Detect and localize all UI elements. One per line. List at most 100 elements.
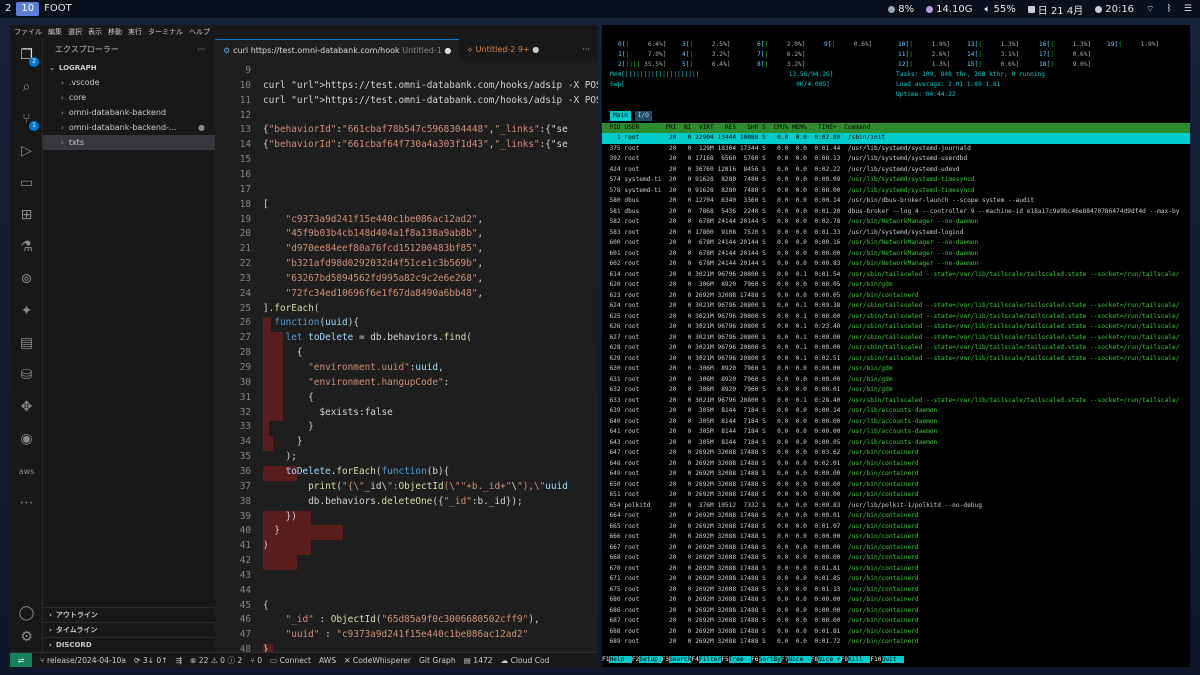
process-row[interactable]: 651 root 20 0 2692M 32088 17488 S 0.0 0.… — [602, 490, 1190, 501]
process-row[interactable]: 671 root 20 0 2692M 32088 17488 S 0.0 0.… — [602, 574, 1190, 585]
git-graph-button[interactable]: Git Graph — [419, 656, 456, 665]
process-header[interactable]: PID USER PRI NI VIRT RES SHR S CPU% MEM%… — [602, 123, 1190, 133]
process-row[interactable]: 666 root 20 0 2692M 32088 17488 S 0.0 0.… — [602, 532, 1190, 543]
code-editor[interactable]: 9 10 curl "url">https://test.omni-databank… — [215, 61, 598, 652]
process-row[interactable]: 578 systemd-ti 20 0 91628 8280 7480 S 0.… — [602, 186, 1190, 197]
process-row[interactable]: 668 root 20 0 2692M 32088 17488 S 0.0 0.… — [602, 553, 1190, 564]
discord-section[interactable]: › DISCORD — [43, 637, 215, 652]
process-row[interactable]: 574 systemd-ti 20 0 91628 8280 7480 S 0.… — [602, 175, 1190, 186]
process-row[interactable]: 602 root 20 0 678M 24144 20144 S 0.0 0.0… — [602, 259, 1190, 270]
remote-icon[interactable]: ⇌ — [10, 652, 32, 667]
git-graph-icon[interactable]: ⊚ — [18, 271, 35, 288]
process-row[interactable]: 625 root 20 0 3021M 96796 20800 S 0.0 0.… — [602, 312, 1190, 323]
process-row[interactable]: 628 root 20 0 3021M 96796 20800 S 0.0 0.… — [602, 343, 1190, 354]
fkey-f5[interactable]: F5 — [721, 656, 729, 663]
process-row[interactable]: 629 root 20 0 3021M 96796 20800 S 0.0 0.… — [602, 354, 1190, 365]
fkey-f4[interactable]: F4 — [691, 656, 699, 663]
fkey-label[interactable]: Filter — [698, 656, 722, 663]
process-row[interactable]: 424 root 20 0 36760 12816 8456 S 0.0 0.0… — [602, 165, 1190, 176]
fkey-f10[interactable]: F10 — [870, 656, 882, 663]
menu-view[interactable]: 表示 — [88, 27, 102, 37]
branch-status[interactable]: ⑂ release/2024-04-10a — [40, 656, 126, 665]
testing-icon[interactable]: ⚗ — [18, 239, 35, 256]
menu-edit[interactable]: 編集 — [48, 27, 62, 37]
process-row[interactable]: 664 root 20 0 2692M 32088 17488 S 0.0 0.… — [602, 511, 1190, 522]
copilot-icon[interactable]: ✦ — [18, 303, 35, 320]
tree-item-txts[interactable]: › txts — [43, 135, 215, 150]
process-row[interactable]: 670 root 20 0 2692M 32088 17488 S 0.0 0.… — [602, 564, 1190, 575]
outline-section[interactable]: › アウトライン — [43, 607, 215, 622]
menu-selection[interactable]: 選択 — [68, 27, 82, 37]
problems-status[interactable]: ⊗ 22 ⚠ 0 ⓘ 2 — [190, 655, 242, 666]
ports-icon[interactable]: ⇶ — [176, 656, 182, 665]
extensions-icon[interactable]: ⊞ — [18, 207, 35, 224]
process-row[interactable]: 600 root 20 0 678M 24144 20144 S 0.0 0.0… — [602, 238, 1190, 249]
sync-status[interactable]: ⟳ 3↓ 0↑ — [134, 656, 168, 665]
menu-terminal[interactable]: ターミナル — [148, 27, 183, 37]
process-row[interactable]: 582 root 20 0 678M 24144 20144 S 0.0 0.0… — [602, 217, 1190, 228]
connect-button[interactable]: ▭ Connect — [270, 656, 311, 665]
tab-main[interactable]: Main — [610, 111, 631, 121]
fkey-label[interactable]: Tree — [728, 656, 752, 663]
network-icon[interactable]: ⌔ — [1146, 4, 1154, 15]
process-row[interactable]: 648 root 20 0 2692M 32088 17488 S 0.0 0.… — [602, 459, 1190, 470]
menu-help[interactable]: ヘルプ — [189, 27, 210, 37]
process-row[interactable]: 614 root 20 0 3021M 96796 20800 S 0.0 0.… — [602, 270, 1190, 281]
process-row[interactable]: 639 root 20 0 305M 8144 7184 S 0.0 0.0 0… — [602, 406, 1190, 417]
process-row[interactable]: 649 root 20 0 2692M 32088 17488 S 0.0 0.… — [602, 469, 1190, 480]
fkey-f3[interactable]: F3 — [661, 656, 670, 663]
workspace-10[interactable]: 10 — [16, 2, 40, 16]
process-row[interactable]: 630 root 20 0 306M 8920 7960 S 0.0 0.0 0… — [602, 364, 1190, 375]
aws-button[interactable]: AWS — [319, 656, 336, 665]
tree-item-backend[interactable]: › omni-databank-backend — [43, 105, 215, 120]
tree-item-backend-2[interactable]: › omni-databank-backend-... ● — [43, 120, 215, 135]
fkey-label[interactable]: Nice + — [818, 656, 841, 663]
fkey-label[interactable]: Setup — [639, 656, 662, 663]
menu-run[interactable]: 実行 — [128, 27, 142, 37]
tray-menu-icon[interactable]: ☰ — [1184, 4, 1192, 14]
run-debug-icon[interactable]: ▷ — [18, 143, 35, 160]
tab-untitled-2[interactable]: ⟡ Untitled-2 9+ ● — [459, 39, 547, 61]
account-icon[interactable]: ◯ — [18, 605, 35, 622]
fkey-label[interactable]: SortBy — [758, 656, 781, 663]
process-row[interactable]: 647 root 20 0 2692M 32088 17488 S 0.0 0.… — [602, 448, 1190, 459]
workspace-foot[interactable]: FOOT — [39, 2, 77, 16]
ports-status[interactable]: ⑂ 0 — [250, 656, 262, 665]
codewhisperer-button[interactable]: ✕ CodeWhisperer — [344, 656, 411, 665]
remote-explorer-icon[interactable]: ▭ — [18, 175, 35, 192]
fkey-f6[interactable]: F6 — [751, 656, 759, 663]
process-row[interactable]: 580 dbus 20 0 12704 6340 3360 S 0.0 0.0 … — [602, 196, 1190, 207]
timeline-section[interactable]: › タイムライン — [43, 622, 215, 637]
fkey-label[interactable]: Search — [669, 656, 692, 663]
process-row[interactable]: 627 root 20 0 3021M 96796 20800 S 0.0 0.… — [602, 333, 1190, 344]
menu-file[interactable]: ファイル — [14, 27, 42, 37]
process-row[interactable]: 632 root 20 0 306M 8920 7960 S 0.0 0.0 0… — [602, 385, 1190, 396]
process-row[interactable]: 680 root 20 0 2692M 32088 17488 S 0.0 0.… — [602, 595, 1190, 606]
process-row[interactable]: 392 root 20 0 17168 6560 5760 S 0.0 0.0 … — [602, 154, 1190, 165]
tab-untitled-1[interactable]: ⚙ curl https://test.omni-databank.com/hoo… — [215, 39, 460, 61]
process-row[interactable]: 623 root 20 0 2692M 32088 17488 S 0.0 0.… — [602, 291, 1190, 302]
cloud-code-button[interactable]: ☁ Cloud Cod — [501, 656, 550, 665]
process-row[interactable]: 583 root 20 0 17800 9108 7520 S 0.0 0.0 … — [602, 228, 1190, 239]
database-icon[interactable]: ⛁ — [18, 367, 35, 384]
docker-icon[interactable]: ▤ — [18, 335, 35, 352]
process-row[interactable]: 643 root 20 0 305M 8144 7184 S 0.0 0.0 0… — [602, 438, 1190, 449]
explorer-icon[interactable]: ❐ 2 — [18, 47, 39, 67]
process-row[interactable]: 688 root 20 0 2692M 32088 17488 S 0.0 0.… — [602, 627, 1190, 638]
terminal-window[interactable]: 0[| 6.4%] 3[| 2.5%] 6[| 2.0%] 9[| 0.6%] 10[|… — [602, 25, 1190, 667]
search-icon[interactable]: ⌕ — [18, 79, 35, 96]
fkey-label[interactable]: Kill — [847, 656, 871, 663]
process-row[interactable]: 667 root 20 0 2692M 32088 17488 S 0.0 0.… — [602, 543, 1190, 554]
process-row[interactable]: 631 root 20 0 306M 8920 7960 S 0.0 0.0 0… — [602, 375, 1190, 386]
fkey-label[interactable]: Nice - — [788, 656, 811, 663]
process-row[interactable]: 581 dbus 20 0 7868 5436 2240 S 0.0 0.0 0… — [602, 207, 1190, 218]
fkey-f9[interactable]: F9 — [840, 656, 848, 663]
tab-io[interactable]: I/O — [634, 111, 652, 121]
process-row[interactable]: 665 root 20 0 2692M 32088 17488 S 0.0 0.… — [602, 522, 1190, 533]
project-folder[interactable]: ⌄ LOGRAPH — [43, 61, 215, 75]
fkey-label[interactable]: Quit — [881, 656, 904, 663]
settings-gear-icon[interactable]: ⚙ — [18, 629, 35, 646]
tree-item-core[interactable]: › core — [43, 90, 215, 105]
process-row[interactable]: 686 root 20 0 2692M 32088 17488 S 0.0 0.… — [602, 606, 1190, 617]
process-row[interactable]: 654 polkitd 20 0 376M 10512 7332 S 0.0 0… — [602, 501, 1190, 512]
